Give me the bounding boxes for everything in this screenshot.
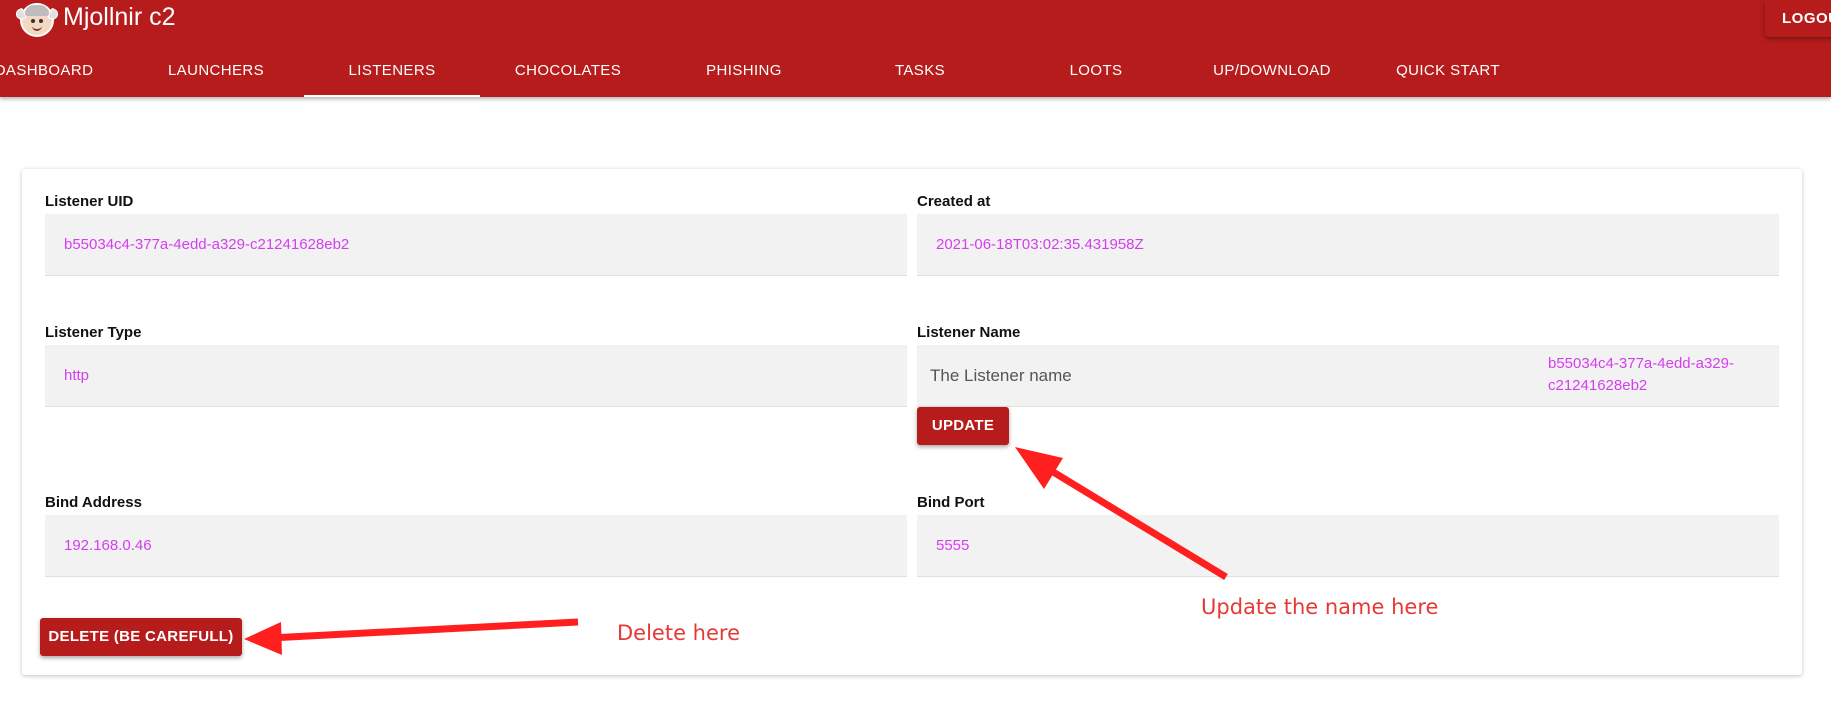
delete-arrow-head: [244, 622, 282, 655]
delete-annotation: Delete here: [617, 621, 740, 645]
update-arrow-line: [1043, 464, 1228, 580]
annotation-arrows: [244, 447, 1228, 655]
update-arrow-head: [1015, 447, 1063, 489]
update-annotation: Update the name here: [1201, 595, 1439, 619]
delete-arrow-line: [269, 618, 579, 642]
